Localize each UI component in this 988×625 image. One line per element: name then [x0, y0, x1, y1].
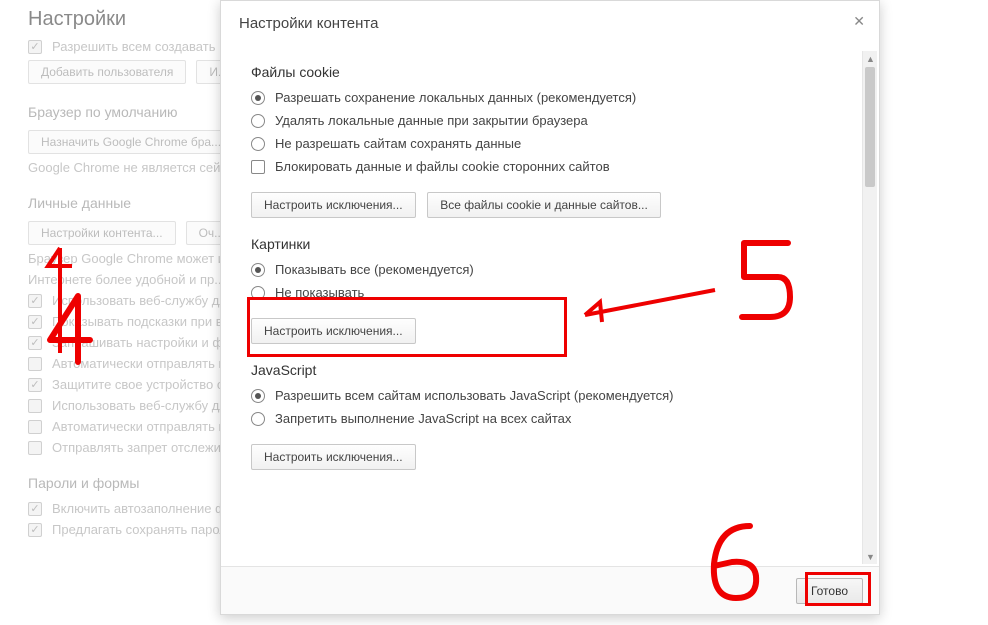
checkbox-icon — [28, 315, 42, 329]
radio-icon — [251, 286, 265, 300]
scroll-up-icon[interactable]: ▲ — [863, 51, 878, 66]
radio-icon — [251, 137, 265, 151]
passwords-opt: Включить автозаполнение ф... — [52, 501, 237, 516]
checkbox-icon — [28, 420, 42, 434]
privacy-opt: Запрашивать настройки и фа... — [52, 335, 241, 350]
cookies-delete-on-close-option[interactable]: Удалять локальные данные при закрытии бр… — [251, 113, 849, 128]
content-settings-button[interactable]: Настройки контента... — [28, 221, 176, 245]
cookies-delete-label: Удалять локальные данные при закрытии бр… — [275, 113, 588, 128]
checkbox-icon — [251, 160, 265, 174]
cookies-block-third-party-option[interactable]: Блокировать данные и файлы cookie сторон… — [251, 159, 849, 174]
cookies-exceptions-button[interactable]: Настроить исключения... — [251, 192, 416, 218]
privacy-opt: Автоматически отправлять в... — [52, 356, 236, 371]
radio-icon — [251, 412, 265, 426]
images-dont-show-option[interactable]: Не показывать — [251, 285, 849, 300]
cookies-heading: Файлы cookie — [251, 64, 849, 80]
add-user-button[interactable]: Добавить пользователя — [28, 60, 186, 84]
checkbox-icon — [28, 502, 42, 516]
radio-icon — [251, 114, 265, 128]
checkbox-icon — [28, 523, 42, 537]
images-dont-show-label: Не показывать — [275, 285, 364, 300]
dialog-title: Настройки контента — [221, 1, 879, 42]
checkbox-icon — [28, 40, 42, 54]
images-show-all-option[interactable]: Показывать все (рекомендуется) — [251, 262, 849, 277]
checkbox-icon — [28, 399, 42, 413]
content-settings-dialog: Настройки контента ✕ Файлы cookie Разреш… — [220, 0, 880, 615]
privacy-opt: Использовать веб-службу дл... — [52, 293, 238, 308]
images-heading: Картинки — [251, 236, 849, 252]
scroll-thumb[interactable] — [865, 67, 875, 187]
radio-icon — [251, 91, 265, 105]
images-show-all-label: Показывать все (рекомендуется) — [275, 262, 474, 277]
scroll-down-icon[interactable]: ▼ — [863, 549, 878, 564]
all-cookies-button[interactable]: Все файлы cookie и данные сайтов... — [427, 192, 661, 218]
cookies-block-label: Не разрешать сайтам сохранять данные — [275, 136, 521, 151]
default-browser-status: Google Chrome не является сей... — [28, 160, 231, 175]
privacy-opt: Автоматически отправлять в... — [52, 419, 236, 434]
radio-icon — [251, 263, 265, 277]
close-icon[interactable]: ✕ — [853, 13, 865, 30]
cookies-allow-option[interactable]: Разрешать сохранение локальных данных (р… — [251, 90, 849, 105]
images-exceptions-button[interactable]: Настроить исключения... — [251, 318, 416, 344]
privacy-desc-2: Интернете более удобной и пр... — [28, 272, 225, 287]
privacy-opt: Показывать подсказки при в... — [52, 314, 234, 329]
js-allow-label: Разрешить всем сайтам использовать JavaS… — [275, 388, 674, 403]
cookies-allow-label: Разрешать сохранение локальных данных (р… — [275, 90, 636, 105]
radio-icon — [251, 389, 265, 403]
checkbox-icon — [28, 441, 42, 455]
checkbox-icon — [28, 378, 42, 392]
cookies-block-option[interactable]: Не разрешать сайтам сохранять данные — [251, 136, 849, 151]
privacy-opt: Отправлять запрет отслежи... — [52, 440, 232, 455]
set-default-browser-button[interactable]: Назначить Google Chrome бра... — [28, 130, 234, 154]
done-button[interactable]: Готово — [796, 578, 863, 604]
js-block-option[interactable]: Запретить выполнение JavaScript на всех … — [251, 411, 849, 426]
bg-allow-all-label: Разрешить всем создавать п... — [52, 39, 237, 54]
javascript-heading: JavaScript — [251, 362, 849, 378]
scrollbar[interactable]: ▲ ▼ — [862, 51, 877, 564]
privacy-opt: Использовать веб-службу дл... — [52, 398, 238, 413]
checkbox-icon — [28, 357, 42, 371]
js-block-label: Запретить выполнение JavaScript на всех … — [275, 411, 571, 426]
privacy-desc-1: Браузер Google Chrome может и... — [28, 251, 236, 266]
cookies-block-third-label: Блокировать данные и файлы cookie сторон… — [275, 159, 610, 174]
privacy-opt: Защитите свое устройство о... — [52, 377, 235, 392]
js-allow-option[interactable]: Разрешить всем сайтам использовать JavaS… — [251, 388, 849, 403]
checkbox-icon — [28, 294, 42, 308]
checkbox-icon — [28, 336, 42, 350]
js-exceptions-button[interactable]: Настроить исключения... — [251, 444, 416, 470]
